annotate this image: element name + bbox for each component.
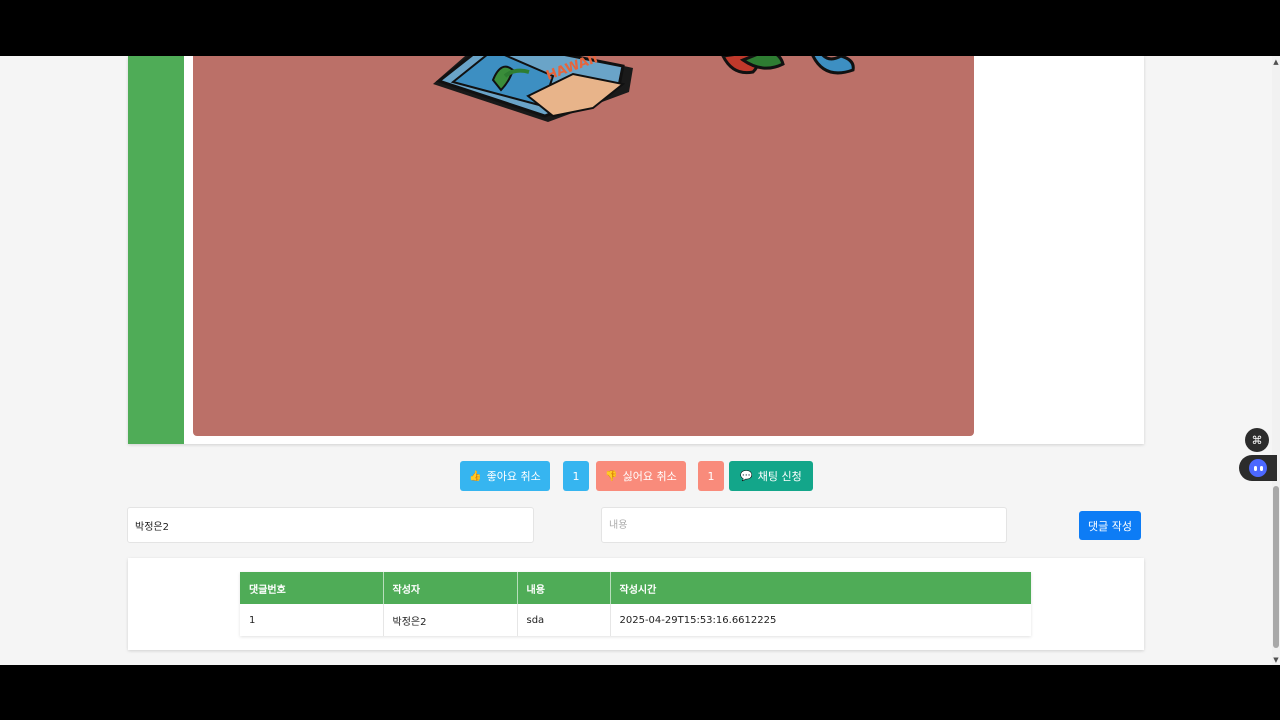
hawaii-illustration: HAWAII — [433, 56, 855, 122]
col-header-content: 내용 — [517, 572, 611, 604]
col-header-author: 작성자 — [383, 572, 518, 604]
scroll-down-arrow-icon[interactable]: ▼ — [1272, 656, 1280, 664]
comments-header-row: 댓글번호 작성자 내용 작성시간 — [240, 572, 1031, 604]
dislike-button[interactable]: 👎 싫어요 취소 — [596, 461, 686, 491]
table-row: 1 박정은2 sda 2025-04-29T15:53:16.6612225 — [240, 604, 1031, 636]
chat-request-label: 채팅 신청 — [757, 470, 802, 483]
chat-request-button[interactable]: 💬 채팅 신청 — [729, 461, 813, 491]
comments-table: 댓글번호 작성자 내용 작성시간 1 박정은2 sda 2025-04-29T1… — [240, 572, 1031, 636]
cell-comment-no: 1 — [240, 604, 384, 636]
thumbs-down-icon: 👎 — [605, 470, 618, 482]
comment-author-field[interactable] — [127, 507, 534, 543]
speech-bubble-icon: 💬 — [740, 470, 753, 482]
page-scrollbar[interactable]: ▲ ▼ — [1272, 56, 1280, 665]
col-header-comment-no: 댓글번호 — [240, 572, 384, 604]
dislike-count-badge: 1 — [698, 461, 724, 491]
col-header-created-at: 작성시간 — [610, 572, 1031, 604]
thumbs-up-icon: 👍 — [469, 470, 482, 482]
page-viewport: HAWAII 👍 좋아요 취소 1 👎 싫어요 취소 1 💬 채팅 신청 댓글 … — [0, 56, 1272, 665]
shortcut-fab[interactable]: ⌘ — [1245, 428, 1269, 452]
comment-content-input[interactable] — [601, 507, 1007, 543]
scroll-up-arrow-icon[interactable]: ▲ — [1272, 58, 1280, 66]
chatbot-icon — [1249, 459, 1267, 477]
command-icon: ⌘ — [1251, 433, 1263, 447]
submit-comment-button[interactable]: 댓글 작성 — [1079, 511, 1141, 540]
browser-bottom-bar — [0, 665, 1280, 720]
like-button-label: 좋아요 취소 — [486, 470, 541, 483]
chatbot-fab[interactable] — [1239, 455, 1277, 481]
like-count-badge: 1 — [563, 461, 589, 491]
cell-author: 박정은2 — [383, 604, 518, 636]
dislike-button-label: 싫어요 취소 — [622, 470, 677, 483]
scroll-thumb[interactable] — [1273, 486, 1279, 648]
post-image: HAWAII — [193, 56, 974, 436]
post-card: HAWAII — [128, 56, 1144, 444]
cell-created-at: 2025-04-29T15:53:16.6612225 — [619, 614, 777, 626]
browser-top-bar — [0, 0, 1280, 56]
like-button[interactable]: 👍 좋아요 취소 — [460, 461, 550, 491]
cell-content: sda — [517, 604, 611, 636]
post-side-accent — [128, 56, 184, 444]
comments-card: 댓글번호 작성자 내용 작성시간 1 박정은2 sda 2025-04-29T1… — [128, 558, 1144, 650]
